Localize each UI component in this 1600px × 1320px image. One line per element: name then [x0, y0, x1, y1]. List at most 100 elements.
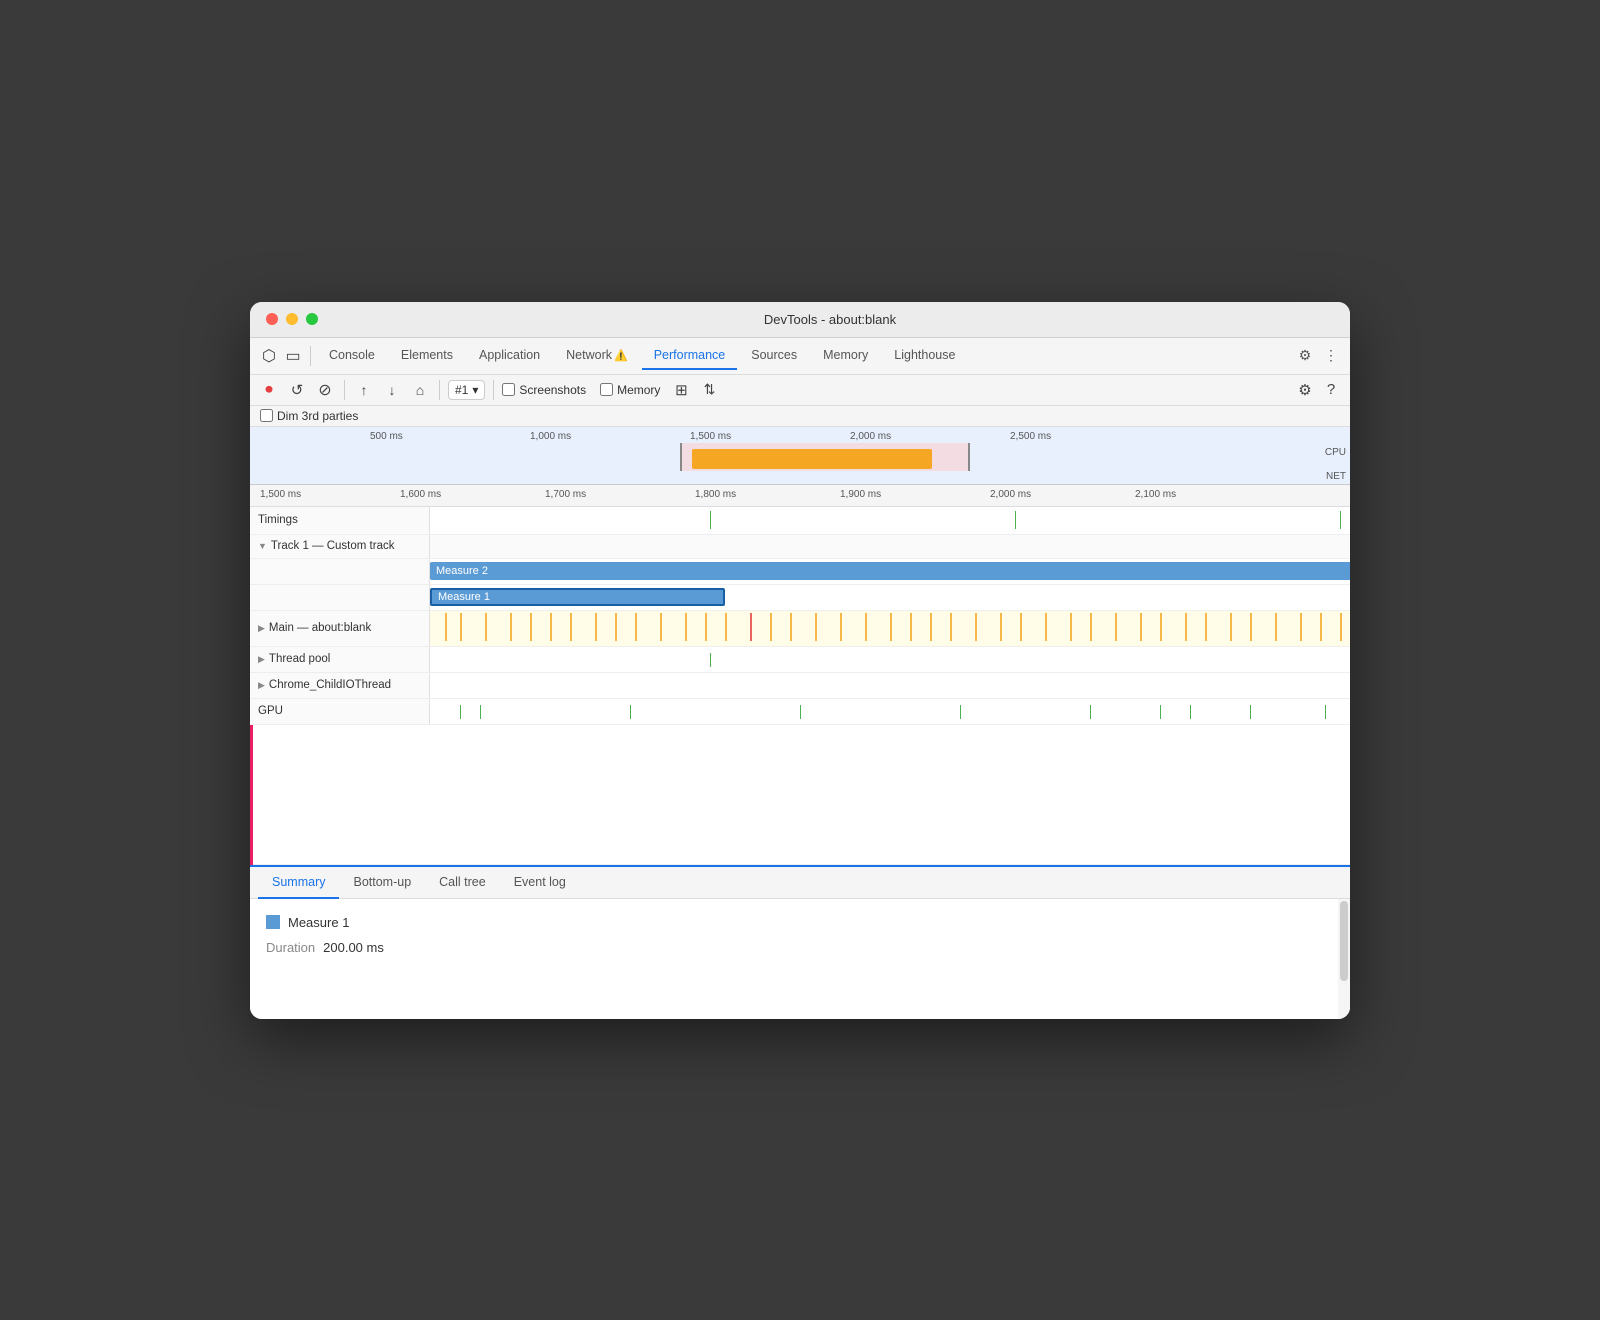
flame-37 [1275, 613, 1277, 641]
devtools-window: DevTools - about:blank ⬡ ▭ Console Eleme… [250, 302, 1350, 1019]
flame-39 [1320, 613, 1322, 641]
custom-track-content [430, 535, 1350, 558]
right-icons: ⚙ ? [1294, 379, 1342, 401]
flame-38 [1300, 613, 1302, 641]
ruler-2500ms: 2,500 ms [1010, 431, 1051, 442]
custom-track-header: ▼ Track 1 — Custom track [250, 535, 1350, 559]
thread-pool-row[interactable]: ▶ Thread pool [250, 647, 1350, 673]
child-io-expand-icon: ▶ [258, 680, 265, 691]
thread-pool-expand-icon: ▶ [258, 654, 265, 665]
child-io-row[interactable]: ▶ Chrome_ChildIOThread [250, 673, 1350, 699]
gpu-label[interactable]: GPU [250, 699, 430, 724]
tab-elements[interactable]: Elements [389, 342, 465, 370]
settings-perf-icon[interactable]: ⚙ [1294, 379, 1316, 401]
gpu-tick-1 [460, 705, 461, 719]
measure-color [266, 915, 280, 929]
measure2-content[interactable]: Measure 2 [430, 559, 1350, 585]
tab-bar: ⬡ ▭ Console Elements Application Network… [250, 338, 1350, 375]
tab-performance[interactable]: Performance [642, 342, 738, 370]
tab-application[interactable]: Application [467, 342, 552, 370]
flame-10 [635, 613, 637, 641]
download-icon[interactable]: ↓ [381, 379, 403, 401]
flame-26 [1020, 613, 1022, 641]
gpu-tick-2 [480, 705, 481, 719]
green-tick-1 [710, 511, 711, 529]
upload-icon[interactable]: ↑ [353, 379, 375, 401]
settings-icon[interactable]: ⚙ [1294, 345, 1316, 367]
dim-parties-bar: Dim 3rd parties [250, 406, 1350, 427]
tab-lighthouse[interactable]: Lighthouse [882, 342, 967, 370]
gpu-content [430, 699, 1350, 725]
measure-item: Measure 1 [266, 915, 1334, 930]
tab-network[interactable]: Network⚠️ [554, 342, 640, 370]
timeline-overview[interactable]: 500 ms 1,000 ms 1,500 ms 2,000 ms 2,500 … [250, 427, 1350, 485]
flame-18 [840, 613, 842, 641]
flame-3 [485, 613, 487, 641]
timings-label[interactable]: Timings [250, 507, 430, 534]
profile-dropdown[interactable]: #1 ▾ [448, 380, 485, 400]
measure2-bar[interactable]: Measure 2 [430, 562, 1350, 580]
child-io-label[interactable]: ▶ Chrome_ChildIOThread [250, 673, 430, 698]
gpu-row[interactable]: GPU [250, 699, 1350, 725]
measure2-row[interactable]: Measure 2 [250, 559, 1350, 585]
main-thread-row[interactable]: ▶ Main — about:blank [250, 611, 1350, 647]
more-icon[interactable]: ⋮ [1320, 345, 1342, 367]
record-icon[interactable]: ⏺ [258, 379, 280, 401]
memory-checkbox[interactable]: Memory [600, 383, 660, 397]
measure1-content[interactable]: Measure 1 [430, 585, 1350, 611]
gpu-tick-5 [960, 705, 961, 719]
tab-sources[interactable]: Sources [739, 342, 809, 370]
cpu-label: CPU [1325, 447, 1346, 458]
tab-memory[interactable]: Memory [811, 342, 880, 370]
home-icon[interactable]: ⌂ [409, 379, 431, 401]
flame-25 [1000, 613, 1002, 641]
scrollbar-track[interactable] [1338, 899, 1350, 1019]
flame-24 [975, 613, 977, 641]
toolbar-right-icons: ⚙ ⋮ [1294, 345, 1342, 367]
screenshots-checkbox[interactable]: Screenshots [502, 383, 586, 397]
sync-icon[interactable]: ⇅ [698, 379, 720, 401]
tab-event-log[interactable]: Event log [500, 867, 580, 899]
custom-track-label[interactable]: ▼ Track 1 — Custom track [250, 535, 430, 558]
flame-31 [1140, 613, 1142, 641]
selection-range[interactable] [680, 443, 970, 471]
tab-call-tree[interactable]: Call tree [425, 867, 500, 899]
flame-22 [930, 613, 932, 641]
gpu-tick-9 [1250, 705, 1251, 719]
tick-2100: 2,100 ms [1135, 489, 1176, 500]
measure1-bar[interactable]: Measure 1 [430, 588, 725, 606]
help-icon[interactable]: ? [1320, 379, 1342, 401]
flame-15 [770, 613, 772, 641]
flame-4 [510, 613, 512, 641]
device-icon[interactable]: ▭ [282, 345, 304, 367]
measure1-label [250, 585, 430, 610]
scrollbar-thumb[interactable] [1340, 901, 1348, 981]
tp-tick-1 [710, 653, 711, 667]
timeline-main: 1,500 ms 1,600 ms 1,700 ms 1,800 ms 1,90… [250, 485, 1350, 865]
gpu-tick-8 [1190, 705, 1191, 719]
inspect-icon[interactable]: ⬡ [258, 345, 280, 367]
clear-icon[interactable]: ⊘ [314, 379, 336, 401]
measure1-row[interactable]: Measure 1 [250, 585, 1350, 611]
tab-bottom-up[interactable]: Bottom-up [339, 867, 425, 899]
flame-23 [950, 613, 952, 641]
network-conditions-icon[interactable]: ⊞ [670, 379, 692, 401]
tab-summary[interactable]: Summary [258, 867, 339, 899]
window-title: DevTools - about:blank [326, 312, 1334, 327]
flame-16 [790, 613, 792, 641]
minimize-button[interactable] [286, 313, 298, 325]
secondary-toolbar: ⏺ ↺ ⊘ ↑ ↓ ⌂ #1 ▾ Screenshots Memory ⊞ ⇅ … [250, 375, 1350, 406]
flame-21 [910, 613, 912, 641]
main-thread-content[interactable] [430, 611, 1350, 647]
close-button[interactable] [266, 313, 278, 325]
tab-console[interactable]: Console [317, 342, 387, 370]
duration-value: 200.00 ms [323, 940, 384, 955]
tick-1600: 1,600 ms [400, 489, 441, 500]
thread-pool-label[interactable]: ▶ Thread pool [250, 647, 430, 672]
dim-parties-checkbox[interactable]: Dim 3rd parties [260, 409, 358, 423]
maximize-button[interactable] [306, 313, 318, 325]
main-thread-label[interactable]: ▶ Main — about:blank [250, 611, 430, 646]
flame-7 [570, 613, 572, 641]
reload-record-icon[interactable]: ↺ [286, 379, 308, 401]
bottom-panel: Summary Bottom-up Call tree Event log Me… [250, 865, 1350, 1019]
